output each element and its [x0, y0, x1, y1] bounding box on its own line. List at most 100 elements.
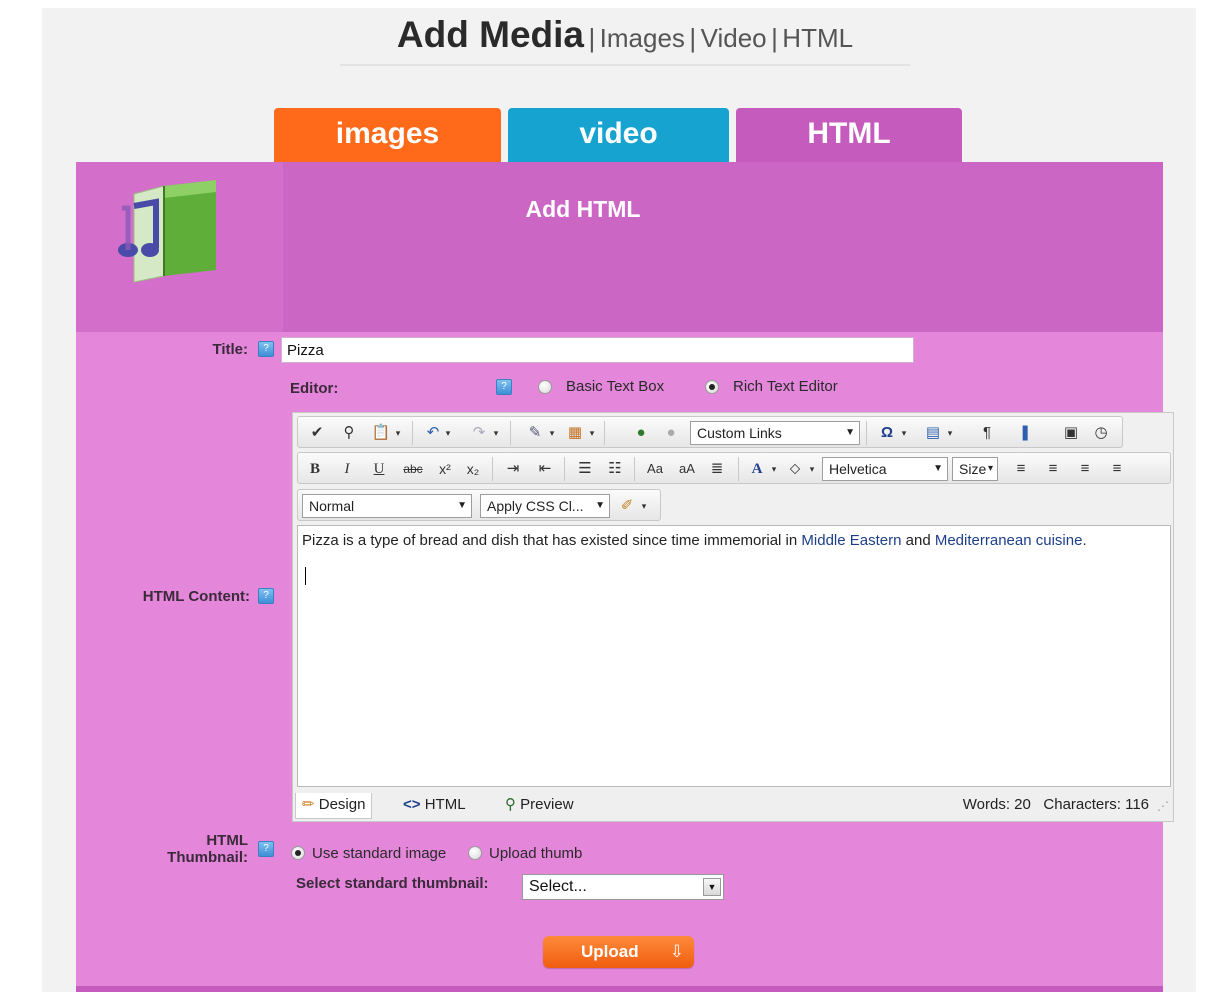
rich-text-editor-label[interactable]: Rich Text Editor [733, 378, 838, 395]
italic-icon[interactable]: I [336, 458, 358, 480]
underline-icon[interactable]: U [368, 458, 390, 480]
dropdown-arrow-icon[interactable]: ▾ [898, 422, 910, 444]
header-separator: | [588, 23, 596, 53]
content-text: . [1082, 532, 1087, 549]
paragraph-format-dropdown[interactable]: Normal ▼ [302, 494, 472, 518]
redo-icon[interactable]: ↷ [468, 422, 490, 444]
help-icon[interactable]: ? [496, 379, 512, 395]
bold-icon[interactable]: B [304, 458, 326, 480]
paragraph-icon[interactable]: ¶ [976, 422, 998, 444]
find-icon[interactable]: ⚲ [338, 422, 360, 444]
format-stripper-icon[interactable]: ✐ [616, 495, 638, 517]
basic-text-box-label[interactable]: Basic Text Box [566, 378, 664, 395]
dropdown-arrow-icon[interactable]: ▾ [586, 422, 598, 444]
indent-icon[interactable]: ⇥ [502, 458, 524, 480]
link-icon[interactable]: ✎ [524, 422, 546, 444]
use-standard-image-radio[interactable] [291, 846, 305, 860]
align-icon[interactable]: ≣ [706, 458, 728, 480]
preview-mode-label: Preview [520, 796, 574, 813]
editor-label: Editor: [290, 380, 339, 397]
toolbar-separator [564, 457, 565, 481]
preview-mode-button[interactable]: ⚲ Preview [499, 793, 580, 819]
dropdown-arrow-icon[interactable]: ▾ [944, 422, 956, 444]
resize-grip-icon[interactable]: ⋰ [1157, 799, 1169, 813]
toolbar-separator [738, 457, 739, 481]
panel-bottom-border [76, 986, 1163, 992]
custom-links-value: Custom Links [697, 425, 782, 441]
font-color-icon[interactable]: A [746, 458, 768, 480]
content-link[interactable]: Mediterranean cuisine [935, 532, 1083, 549]
content-text: Pizza is a type of bread and dish that h… [302, 532, 802, 549]
bulleted-list-icon[interactable]: ☷ [604, 458, 626, 480]
header-link-video[interactable]: Video [701, 23, 767, 53]
outdent-icon[interactable]: ⇤ [534, 458, 556, 480]
table-icon[interactable]: ▤ [922, 422, 944, 444]
css-class-dropdown[interactable]: Apply CSS Cl... ▼ [480, 494, 610, 518]
header-link-html[interactable]: HTML [782, 23, 853, 53]
convert-upper-icon[interactable]: aA [676, 458, 698, 480]
upload-button[interactable]: Upload ⇩ [543, 936, 694, 968]
dropdown-arrow-icon[interactable]: ▾ [638, 495, 650, 517]
thumbnail-select[interactable]: Select... ▼ [522, 874, 724, 900]
insert-date-icon[interactable]: ▣ [1060, 422, 1082, 444]
html-mode-button[interactable]: <> HTML [397, 793, 472, 819]
hyperlink-manager-icon[interactable]: ● [630, 422, 652, 444]
basic-text-box-radio[interactable] [538, 380, 552, 394]
dropdown-arrow-icon: ▼ [933, 463, 943, 474]
font-name-dropdown[interactable]: Helvetica ▼ [822, 457, 948, 481]
upload-icon: ⇩ [669, 942, 684, 961]
spellcheck-icon[interactable]: ✔ [306, 422, 328, 444]
dropdown-arrow-icon[interactable]: ▾ [442, 422, 454, 444]
convert-lower-icon[interactable]: Aa [644, 458, 666, 480]
chevron-down-icon: ▼ [703, 878, 721, 896]
align-left-icon[interactable]: ≡ [1010, 458, 1032, 480]
upload-thumb-label[interactable]: Upload thumb [489, 845, 582, 862]
dropdown-arrow-icon: ▼ [845, 427, 855, 438]
justify-icon[interactable]: ≡ [1106, 458, 1128, 480]
paste-icon[interactable]: 📋 [370, 422, 392, 444]
dropdown-arrow-icon[interactable]: ▾ [392, 422, 404, 444]
content-link[interactable]: Middle Eastern [801, 532, 901, 549]
snippet-icon[interactable]: ❚ [1014, 422, 1036, 444]
dropdown-arrow-icon[interactable]: ▾ [546, 422, 558, 444]
superscript-icon[interactable]: x² [434, 458, 456, 480]
align-center-icon[interactable]: ≡ [1042, 458, 1064, 480]
page-title: Add Media [396, 14, 584, 55]
editor-content-area[interactable]: Pizza is a type of bread and dish that h… [297, 525, 1171, 787]
tab-html[interactable]: HTML [736, 108, 962, 163]
help-icon[interactable]: ? [258, 841, 274, 857]
dropdown-arrow-icon[interactable]: ▾ [490, 422, 502, 444]
rich-text-editor-radio[interactable] [705, 380, 719, 394]
help-icon[interactable]: ? [258, 588, 274, 604]
upload-thumb-radio[interactable] [468, 846, 482, 860]
html-mode-label: HTML [424, 796, 466, 813]
dropdown-arrow-icon[interactable]: ▾ [768, 458, 780, 480]
panel-heading: Add HTML [525, 196, 641, 222]
header-link-images[interactable]: Images [600, 23, 685, 53]
font-size-dropdown[interactable]: Size ▾ [952, 457, 998, 481]
tab-images[interactable]: images [274, 108, 501, 163]
special-characters-icon[interactable]: Ω [876, 422, 898, 444]
toolbar-separator [604, 421, 605, 445]
remove-link-icon[interactable]: ● [660, 422, 682, 444]
media-icon[interactable]: ▦ [564, 422, 586, 444]
editor-content: Pizza is a type of bread and dish that h… [302, 532, 1087, 549]
design-mode-button[interactable]: ✏ Design [295, 793, 373, 819]
background-color-icon[interactable]: ⬦ [784, 458, 806, 480]
subscript-icon[interactable]: x₂ [462, 458, 484, 480]
paragraph-format-value: Normal [309, 498, 355, 514]
align-right-icon[interactable]: ≡ [1074, 458, 1096, 480]
tab-video[interactable]: video [508, 108, 729, 163]
dropdown-arrow-icon: ▼ [595, 500, 605, 511]
undo-icon[interactable]: ↶ [422, 422, 444, 444]
custom-links-dropdown[interactable]: Custom Links ▼ [690, 421, 860, 445]
use-standard-image-label[interactable]: Use standard image [312, 845, 446, 862]
help-icon[interactable]: ? [258, 341, 274, 357]
thumbnail-label-line2: Thumbnail: [167, 849, 248, 866]
title-input[interactable] [281, 337, 914, 363]
insert-time-icon[interactable]: ◷ [1090, 422, 1112, 444]
strikethrough-icon[interactable]: abc [398, 458, 428, 480]
dropdown-arrow-icon[interactable]: ▾ [806, 458, 818, 480]
editor-mode-bar: ✏ Design <> HTML ⚲ Preview Words: 20 Cha… [293, 789, 1173, 821]
numbered-list-icon[interactable]: ☰ [574, 458, 596, 480]
